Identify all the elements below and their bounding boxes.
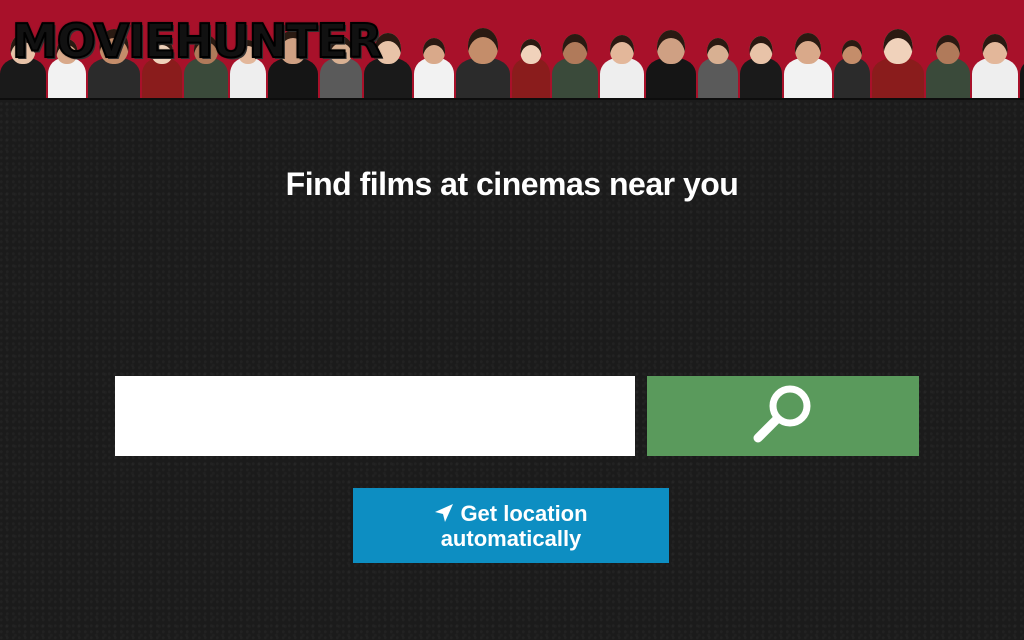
banner-portrait [414,14,454,98]
banner-portrait [646,14,696,98]
site-logo[interactable]: MOVIEHUNTER [11,17,383,65]
banner-portrait [872,14,924,98]
banner-portrait [972,14,1018,98]
banner-portrait [926,14,970,98]
get-location-button[interactable]: Get location automatically [353,488,669,563]
banner-portrait [740,14,782,98]
search-button[interactable] [647,376,919,456]
search-icon [748,380,818,453]
banner-portrait [456,14,510,98]
banner-portrait [698,14,738,98]
banner-portrait [600,14,644,98]
search-input[interactable] [115,376,635,456]
location-arrow-icon [434,503,454,523]
location-button-label-line1: Get location [460,500,588,526]
page-title: Find films at cinemas near you [285,166,739,202]
banner-portrait [834,14,870,98]
banner-portrait [552,14,598,98]
location-button-label-line2: automatically [440,525,582,551]
banner-portrait [512,14,550,98]
banner-portrait [784,14,832,98]
banner-portrait [1020,14,1024,98]
header-banner: MOVIEHUNTER [0,0,1024,100]
page: MOVIEHUNTER Find films at cinemas near y… [0,0,1024,640]
